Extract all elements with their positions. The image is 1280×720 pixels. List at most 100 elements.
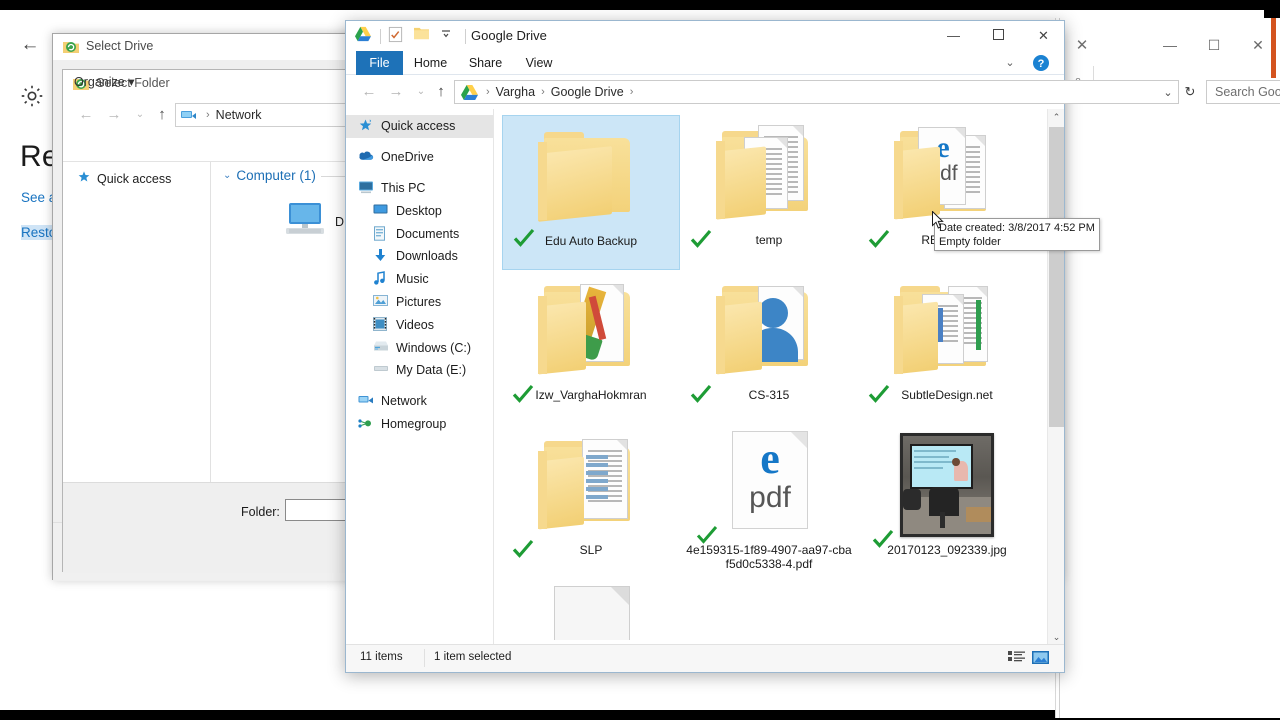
forward-button[interactable]: → [383, 75, 409, 109]
file-item-subtledesign-net[interactable]: SubtleDesign.net [858, 270, 1036, 425]
cloud-icon [358, 149, 374, 165]
network-icon [358, 393, 374, 409]
settings-link-restore[interactable]: Resto [21, 225, 57, 240]
sidebar-item-quick-access[interactable]: Quick access [346, 115, 493, 138]
vertical-scrollbar[interactable]: ⌃ ⌄ [1047, 109, 1064, 646]
customize-qat-caret-icon[interactable] [439, 26, 459, 46]
pdf-file-icon: e pdf [714, 429, 824, 541]
file-label: 20170123_092339.jpg [887, 543, 1007, 557]
file-item-photo[interactable]: 20170123_092339.jpg [858, 425, 1036, 580]
gear-icon[interactable] [18, 82, 48, 112]
sf-crumb-network[interactable]: Network [216, 108, 262, 122]
explorer-titlebar[interactable]: Google Drive — ✕ [346, 21, 1064, 51]
sidebar-label-videos: Videos [396, 317, 434, 332]
breadcrumb[interactable]: › Vargha › Google Drive › ⌄ [454, 80, 1179, 104]
qat-separator-2 [465, 28, 466, 44]
sync-check-icon [513, 227, 535, 249]
chevron-down-icon[interactable]: ⌄ [999, 53, 1021, 73]
status-item-count: 11 items [360, 651, 403, 663]
sidebar-item-this-pc[interactable]: This PC [346, 177, 493, 200]
sidebar-label-windows-c: Windows (C:) [396, 340, 472, 355]
address-dropdown-caret-icon[interactable]: ⌄ [1158, 86, 1178, 99]
nav-gap-1 [346, 138, 493, 146]
file-explorer-window: Google Drive — ✕ File Home Share View ⌄ … [345, 20, 1280, 673]
details-view-icon[interactable] [1007, 649, 1027, 669]
star-icon [77, 170, 91, 187]
sidebar-item-quick-access[interactable]: Quick access [77, 170, 171, 187]
background-minimize-button[interactable]: — [1148, 30, 1192, 60]
sidebar-item-onedrive[interactable]: OneDrive [346, 146, 493, 169]
nav-gap-3 [346, 382, 493, 390]
address-bar: ← → ⌄ ↑ › Vargha › Google Drive › ⌄ ↻ Se… [346, 75, 1280, 109]
file-item-slp[interactable]: SLP [502, 425, 680, 580]
crumb-google-drive[interactable]: Google Drive [551, 85, 624, 99]
sidebar-item-homegroup[interactable]: Homegroup [346, 413, 493, 436]
sync-check-icon [872, 528, 894, 550]
search-input[interactable]: Search Google Drive [1207, 85, 1280, 99]
settings-link-see-all[interactable]: See a [21, 190, 56, 205]
search-box[interactable]: Search Google Drive [1206, 80, 1280, 104]
file-item-partial[interactable] [502, 580, 680, 640]
scroll-up-button[interactable]: ⌃ [1048, 109, 1064, 126]
tooltip-date-created: Date created: 3/8/2017 4:52 PM [939, 222, 1095, 234]
file-label: SubtleDesign.net [901, 388, 993, 402]
tab-view[interactable]: View [513, 51, 565, 75]
file-label: 4e159315-1f89-4907-aa97-cbaf5d0c5338-4.p… [686, 543, 852, 571]
sf-up-button[interactable]: ↑ [149, 98, 175, 132]
large-icons-view-icon[interactable] [1031, 649, 1051, 669]
new-folder-icon[interactable] [413, 26, 433, 46]
google-drive-icon [460, 84, 480, 101]
sync-check-icon [868, 228, 890, 250]
desktop-icon [373, 203, 389, 219]
minimize-button[interactable]: — [931, 21, 976, 51]
sidebar-item-videos[interactable]: Videos [346, 313, 493, 336]
photo-thumbnail [892, 429, 1002, 541]
properties-icon[interactable] [387, 26, 407, 46]
sidebar-item-pictures[interactable]: Pictures [346, 291, 493, 314]
background-window-right [1055, 18, 1280, 718]
tab-home[interactable]: Home [403, 51, 458, 75]
sync-check-icon [690, 228, 712, 250]
background-close-button[interactable]: ✕ [1066, 32, 1098, 60]
sf-organize-label: Organize [74, 75, 125, 89]
sidebar-item-documents[interactable]: Documents [346, 222, 493, 245]
scrollbar-thumb[interactable] [1049, 127, 1064, 427]
file-item-temp[interactable]: W temp [680, 115, 858, 270]
ribbon-tab-bar: File Home Share View ⌄ ? [346, 51, 1064, 75]
crumb-vargha[interactable]: Vargha [496, 85, 535, 99]
file-item-edu-auto-backup[interactable]: Edu Auto Backup [502, 115, 680, 270]
sidebar-item-windows-c[interactable]: Windows (C:) [346, 336, 493, 359]
monitor-icon [283, 200, 327, 243]
file-item-izw-vargha-hokmran[interactable]: Izw_VarghaHokmran [502, 270, 680, 425]
star-icon [358, 118, 374, 134]
file-item-cs-315[interactable]: CS-315 [680, 270, 858, 425]
back-button[interactable]: ← [356, 75, 382, 109]
file-list-view[interactable]: Edu Auto Backup W [494, 109, 1064, 646]
sf-forward-button[interactable]: → [101, 98, 127, 132]
folder-icon-person [714, 274, 824, 386]
sidebar-item-music[interactable]: Music [346, 268, 493, 291]
help-icon[interactable]: ? [1032, 54, 1050, 72]
tab-share[interactable]: Share [458, 51, 513, 75]
refresh-icon[interactable]: ↻ [1179, 80, 1201, 104]
file-label: CS-315 [748, 388, 790, 402]
sidebar-item-desktop[interactable]: Desktop [346, 199, 493, 222]
sidebar-item-my-data-e[interactable]: My Data (E:) [346, 359, 493, 382]
sidebar-item-downloads[interactable]: Downloads [346, 245, 493, 268]
sf-group-header[interactable]: ⌄ Computer (1) [223, 168, 316, 183]
background-close-button-2[interactable]: ✕ [1236, 30, 1280, 60]
videos-icon [373, 316, 389, 333]
sf-organize-button[interactable]: Organize ▾ [74, 74, 135, 89]
sidebar-label-pictures: Pictures [396, 294, 442, 309]
up-button[interactable]: ↑ [428, 75, 454, 109]
sf-back-button[interactable]: ← [73, 98, 99, 132]
folder-icon-documents-2 [892, 274, 1002, 386]
back-arrow-icon[interactable]: ← [10, 30, 50, 60]
maximize-button[interactable] [976, 21, 1021, 51]
sidebar-item-network[interactable]: Network [346, 390, 493, 413]
close-button[interactable]: ✕ [1021, 21, 1066, 51]
background-restore-button[interactable]: ☐ [1192, 30, 1236, 60]
file-item-pdf[interactable]: e pdf 4e159315-1f89-4907-aa97-cbaf5d0c53… [680, 425, 858, 580]
google-drive-icon[interactable] [354, 26, 374, 46]
tab-file[interactable]: File [356, 51, 403, 75]
